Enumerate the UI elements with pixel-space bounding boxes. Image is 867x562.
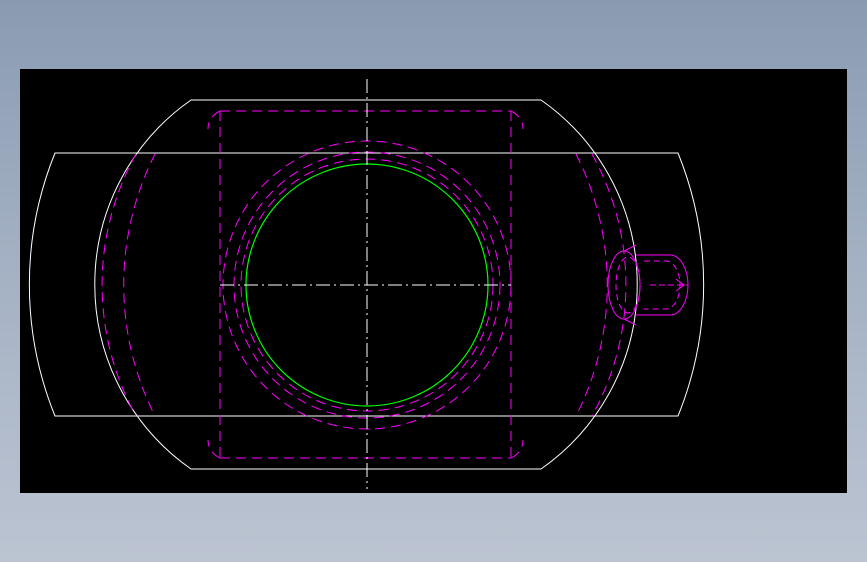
centerlines: [220, 79, 511, 489]
grease-fitting: [607, 244, 689, 326]
cad-viewport[interactable]: [20, 69, 847, 493]
cad-drawing: [28, 79, 705, 489]
